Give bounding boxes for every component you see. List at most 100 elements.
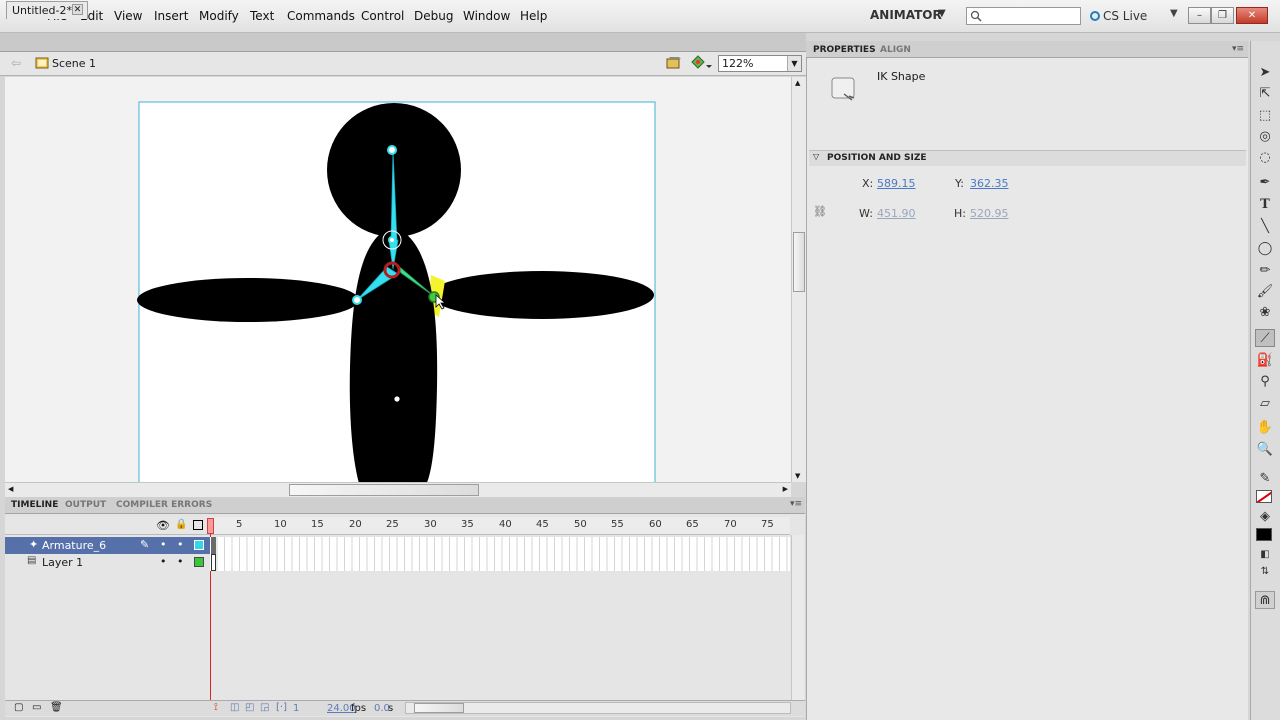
tab-compiler-errors[interactable]: COMPILER ERRORS bbox=[116, 500, 212, 510]
minimize-button[interactable]: – bbox=[1188, 7, 1211, 24]
fill-color-icon[interactable]: ◈ bbox=[1255, 508, 1275, 526]
scroll-right-icon[interactable]: ▶ bbox=[783, 485, 788, 493]
layer-color-swatch[interactable] bbox=[194, 540, 204, 550]
stroke-color-icon[interactable]: ✎ bbox=[1255, 470, 1275, 488]
eyedropper-tool-icon[interactable]: ⚲ bbox=[1255, 373, 1275, 391]
outline-icon[interactable] bbox=[193, 520, 203, 530]
search-input[interactable] bbox=[966, 7, 1081, 25]
scene-label[interactable]: Scene 1 bbox=[52, 57, 96, 70]
stage-vertical-scrollbar[interactable]: ▲ ▼ bbox=[791, 77, 806, 482]
link-icon[interactable]: ⛓ bbox=[813, 205, 827, 218]
scroll-down-icon[interactable]: ▼ bbox=[795, 472, 800, 480]
tab-timeline[interactable]: TIMELINE bbox=[11, 500, 58, 510]
stroke-color-swatch[interactable] bbox=[1256, 490, 1272, 503]
current-frame[interactable]: 1 bbox=[293, 703, 299, 714]
chevron-down-icon[interactable]: ▼ bbox=[938, 8, 946, 19]
modify-markers-icon[interactable]: [·] bbox=[276, 702, 287, 713]
menu-window[interactable]: Window bbox=[463, 9, 510, 23]
selection-tool-icon[interactable]: ➤ bbox=[1255, 64, 1275, 82]
zoom-select[interactable]: 122% ▼ bbox=[718, 55, 802, 72]
tab-output[interactable]: OUTPUT bbox=[65, 500, 106, 510]
lasso-tool-icon[interactable]: ◌ bbox=[1255, 149, 1275, 167]
brush-tool-icon[interactable]: 🖌 bbox=[1255, 283, 1275, 301]
chevron-down-icon[interactable]: ▼ bbox=[1170, 8, 1178, 19]
right-arm-shape[interactable] bbox=[430, 271, 654, 319]
menu-control[interactable]: Control bbox=[361, 9, 404, 23]
stage-horizontal-scrollbar[interactable]: ◀ ▶ bbox=[5, 482, 791, 497]
lock-dot[interactable]: • bbox=[177, 555, 184, 568]
menu-insert[interactable]: Insert bbox=[154, 9, 188, 23]
subselection-tool-icon[interactable]: ⇱ bbox=[1255, 85, 1275, 103]
keyframe[interactable] bbox=[211, 554, 216, 571]
bone-tool-icon[interactable]: ⟋ bbox=[1255, 329, 1275, 347]
left-arm-shape[interactable] bbox=[137, 278, 359, 322]
layer-name[interactable]: Layer 1 bbox=[42, 556, 83, 569]
lock-dot[interactable]: • bbox=[177, 538, 184, 551]
paint-bucket-tool-icon[interactable]: ⛽ bbox=[1255, 352, 1275, 370]
tab-properties[interactable]: PROPERTIES bbox=[813, 45, 876, 55]
line-tool-icon[interactable]: ╲ bbox=[1255, 218, 1275, 236]
eye-icon[interactable]: 👁 bbox=[156, 519, 170, 532]
chevron-down-icon[interactable]: ▼ bbox=[787, 56, 801, 71]
pencil-tool-icon[interactable]: ✏ bbox=[1255, 262, 1275, 280]
position-size-header[interactable]: ▽ POSITION AND SIZE bbox=[809, 150, 1246, 166]
menu-text[interactable]: Text bbox=[250, 9, 274, 23]
frame-row[interactable] bbox=[210, 537, 790, 554]
delete-layer-icon[interactable]: 🗑 bbox=[50, 702, 63, 713]
layer-name[interactable]: Armature_6 bbox=[42, 539, 106, 552]
zoom-tool-icon[interactable]: 🔍 bbox=[1255, 441, 1275, 459]
visibility-dot[interactable]: • bbox=[160, 538, 167, 551]
playhead[interactable] bbox=[207, 518, 214, 534]
layer-row-layer1[interactable]: ▤ Layer 1 • • bbox=[5, 554, 210, 571]
deco-tool-icon[interactable]: ❀ bbox=[1255, 304, 1275, 322]
layer-color-swatch[interactable] bbox=[194, 557, 204, 567]
keyframe[interactable] bbox=[211, 537, 216, 554]
new-layer-icon[interactable]: ▢ bbox=[14, 702, 23, 713]
close-icon[interactable]: ✕ bbox=[72, 4, 83, 15]
new-folder-icon[interactable]: ▭ bbox=[32, 702, 41, 713]
black-white-icon[interactable]: ◧ bbox=[1255, 546, 1275, 564]
center-frame-icon[interactable]: ⟟ bbox=[214, 702, 218, 713]
free-transform-tool-icon[interactable]: ⬚ bbox=[1255, 107, 1275, 125]
scroll-left-icon[interactable]: ◀ bbox=[8, 485, 13, 493]
pen-tool-icon[interactable]: ✒ bbox=[1255, 174, 1275, 192]
fill-color-swatch[interactable] bbox=[1256, 528, 1272, 541]
bone-joint[interactable] bbox=[387, 145, 397, 155]
bone-joint[interactable] bbox=[352, 295, 362, 305]
cs-live-button[interactable]: CS Live bbox=[1090, 9, 1147, 23]
scrollbar-thumb[interactable] bbox=[793, 232, 805, 292]
oval-tool-icon[interactable]: ◯ bbox=[1255, 240, 1275, 258]
lock-icon[interactable]: 🔒 bbox=[175, 519, 187, 530]
stage-canvas[interactable] bbox=[5, 77, 791, 482]
bone-joint[interactable] bbox=[388, 236, 396, 244]
edit-scene-icon[interactable] bbox=[666, 55, 684, 71]
document-tab[interactable]: Untitled-2* ✕ bbox=[6, 1, 88, 19]
scrollbar-thumb[interactable] bbox=[289, 484, 479, 496]
edit-symbols-icon[interactable] bbox=[690, 55, 712, 71]
back-arrow-icon[interactable]: ⇦ bbox=[11, 56, 21, 70]
y-value[interactable]: 362.35 bbox=[970, 177, 1009, 190]
edit-multiple-frames-icon[interactable]: ◲ bbox=[260, 702, 269, 713]
menu-view[interactable]: View bbox=[114, 9, 142, 23]
panel-menu-icon[interactable]: ▾≡ bbox=[790, 499, 802, 509]
stage-pasteboard[interactable] bbox=[5, 77, 791, 482]
onion-outline-icon[interactable]: ◰ bbox=[245, 702, 254, 713]
menu-help[interactable]: Help bbox=[520, 9, 547, 23]
hand-tool-icon[interactable]: ✋ bbox=[1255, 419, 1275, 437]
snap-to-objects-icon[interactable]: ⋒ bbox=[1255, 591, 1275, 609]
menu-debug[interactable]: Debug bbox=[414, 9, 453, 23]
text-tool-icon[interactable]: T bbox=[1255, 196, 1275, 214]
tab-align[interactable]: ALIGN bbox=[880, 45, 911, 55]
frame-row[interactable] bbox=[210, 554, 790, 571]
workspace-switcher[interactable]: ANIMATOR bbox=[870, 8, 942, 22]
eraser-tool-icon[interactable]: ▱ bbox=[1255, 395, 1275, 413]
visibility-dot[interactable]: • bbox=[160, 555, 167, 568]
x-value[interactable]: 589.15 bbox=[877, 177, 916, 190]
panel-menu-icon[interactable]: ▾≡ bbox=[1232, 44, 1244, 54]
scrollbar-thumb[interactable] bbox=[414, 703, 464, 713]
collapse-icon[interactable]: ▽ bbox=[813, 152, 819, 161]
timeline-vertical-scrollbar[interactable] bbox=[791, 535, 804, 700]
menu-modify[interactable]: Modify bbox=[199, 9, 239, 23]
onion-skin-icon[interactable]: ◫ bbox=[230, 702, 239, 713]
swap-colors-icon[interactable]: ⇅ bbox=[1255, 563, 1275, 581]
